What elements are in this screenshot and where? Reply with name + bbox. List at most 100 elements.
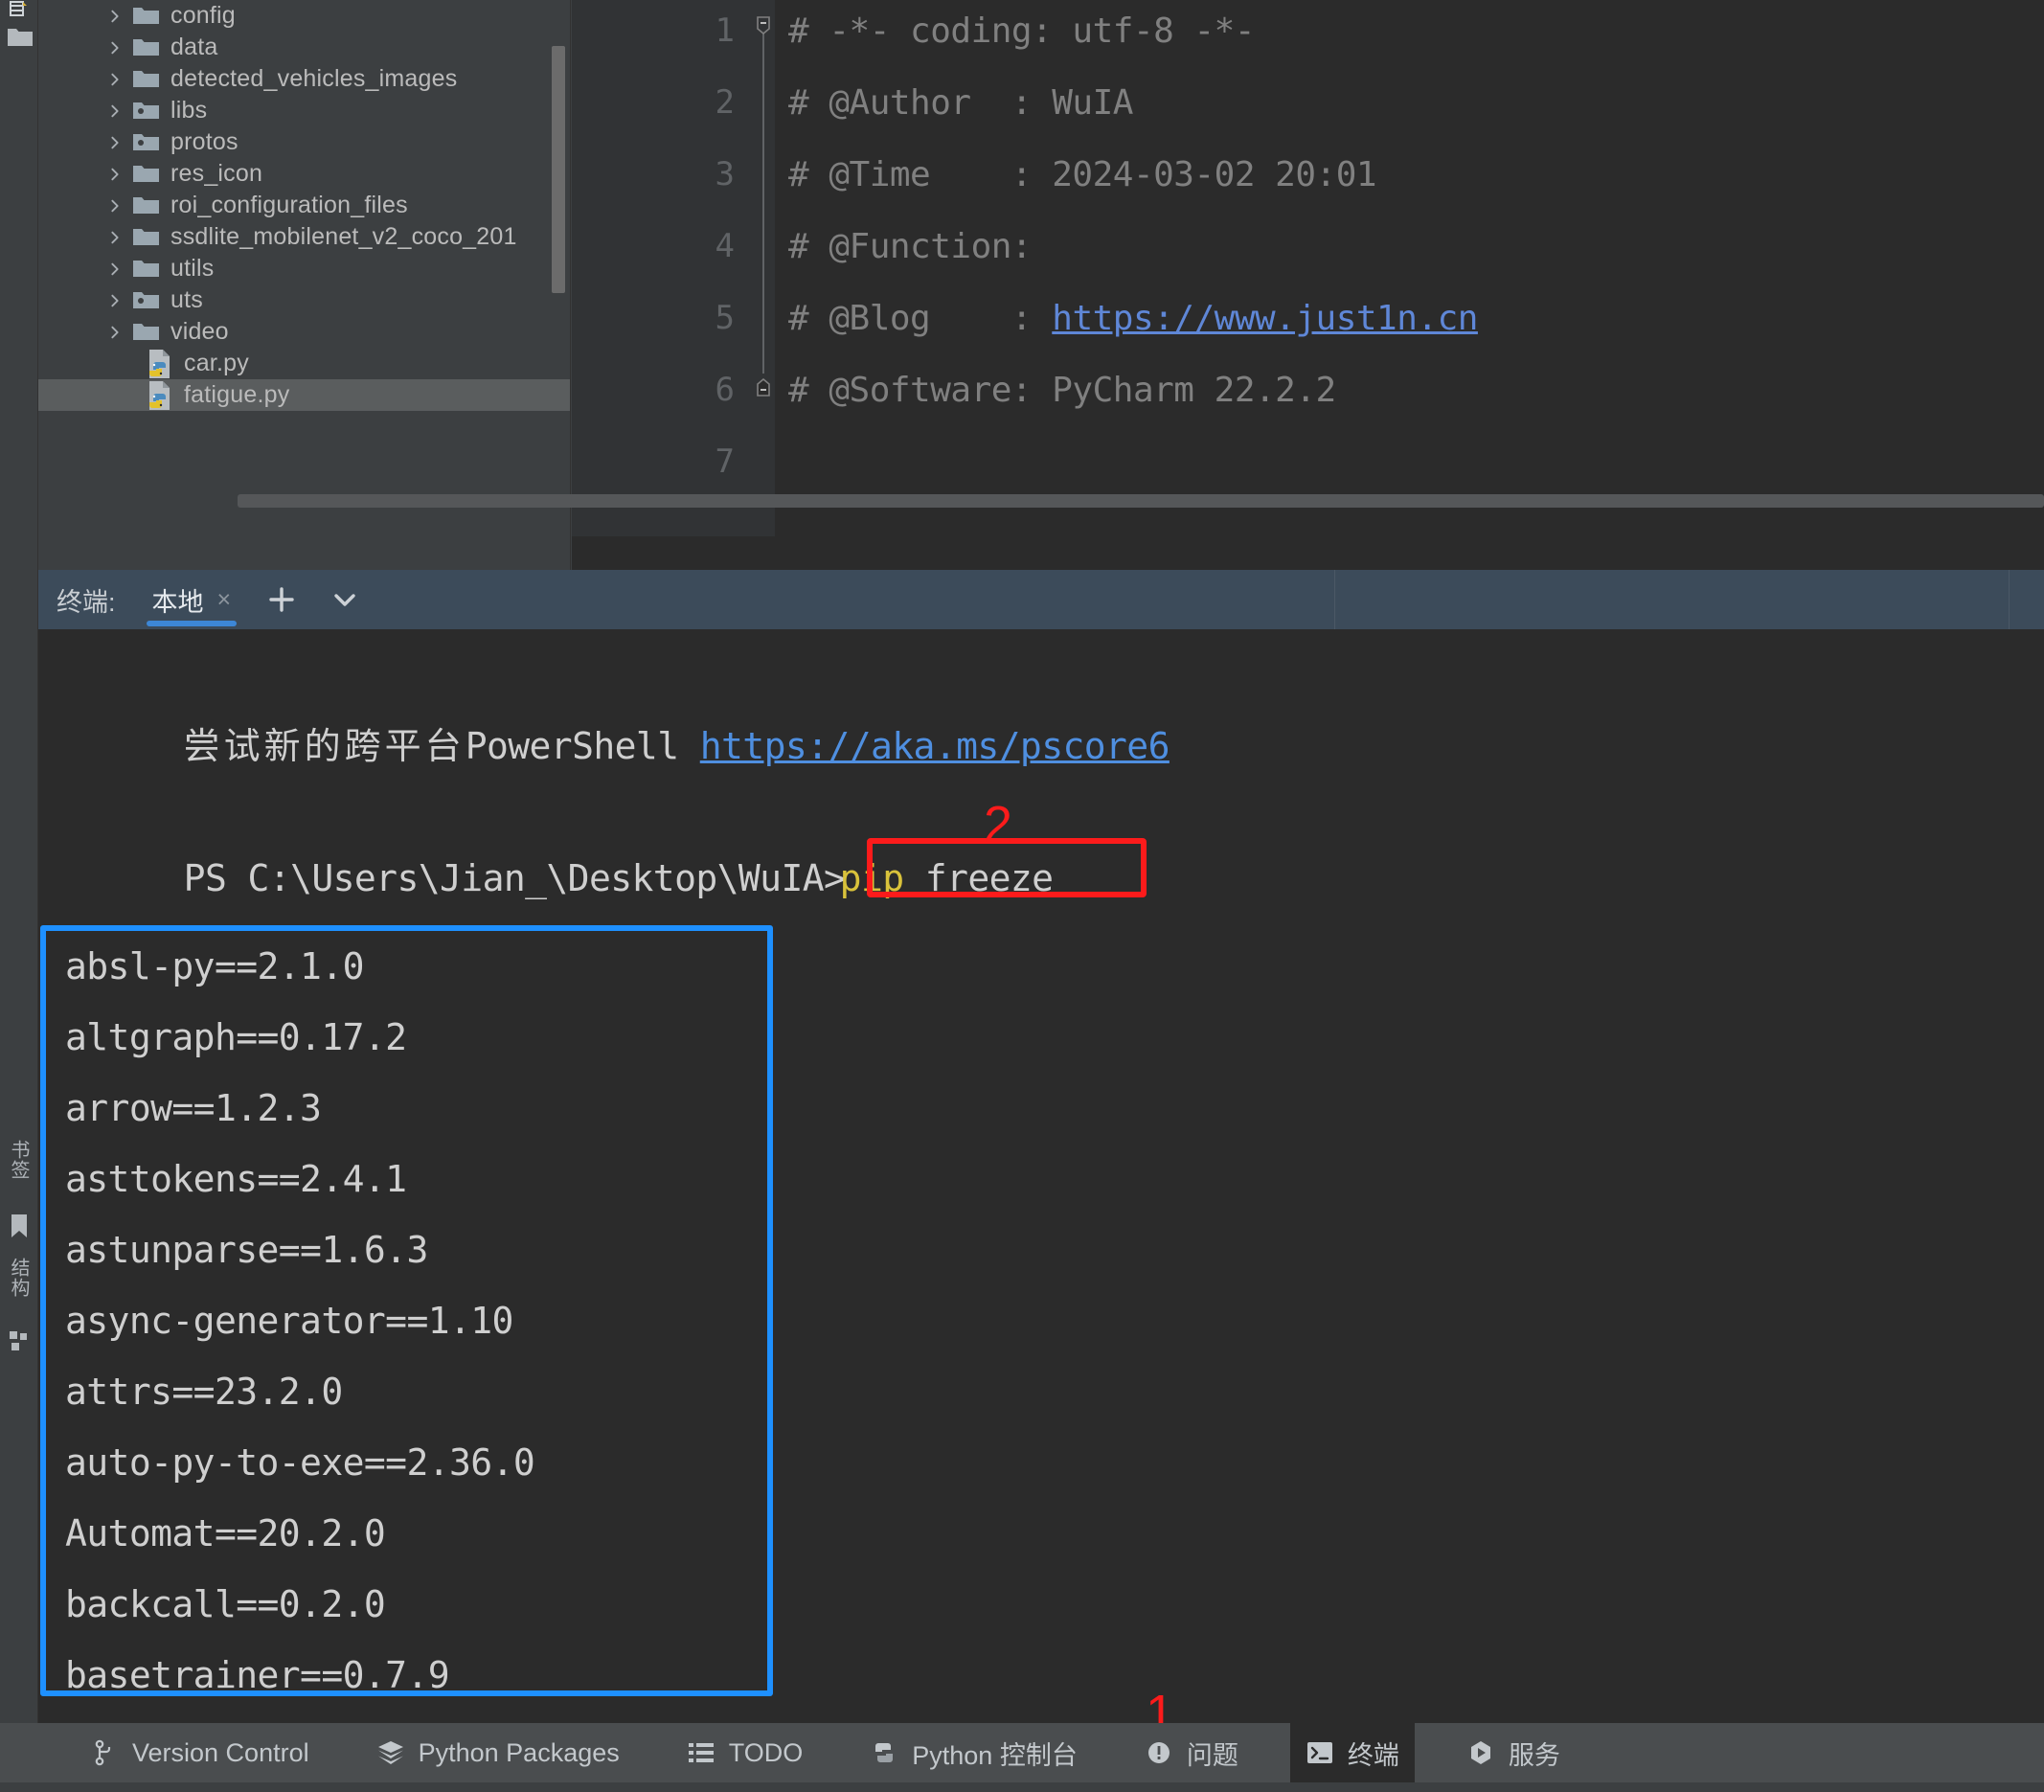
window-bottom-edge (0, 1782, 2044, 1792)
chevron-right-icon[interactable] (107, 103, 123, 119)
chevron-right-icon[interactable] (107, 230, 123, 245)
editor-bottom-strip (572, 536, 2044, 570)
statusbar-item-label: TODO (728, 1737, 804, 1767)
terminal-banner-line: 尝试新的跨平台PowerShell https://aka.ms/pscore6 (56, 674, 1170, 811)
line-number: 4 (715, 227, 735, 265)
chevron-right-icon[interactable] (107, 198, 123, 214)
tree-item-label: utils (170, 255, 215, 282)
warning-icon (1145, 1738, 1173, 1767)
close-icon[interactable]: × (217, 586, 232, 614)
tree-item-car-py[interactable]: car.py (38, 348, 570, 379)
statusbar-item-label: Python 控制台 (912, 1740, 1078, 1770)
tree-item-label: roi_configuration_files (170, 192, 408, 218)
folder-icon (132, 257, 161, 281)
terminal-toolwindow-title: 终端: (57, 587, 116, 617)
sidebar-item-bookmarks-label[interactable]: 书签 (6, 1140, 33, 1180)
statusbar-item-终端[interactable]: 终端 (1289, 1723, 1415, 1782)
tree-item-label: config (170, 2, 236, 29)
tree-item-res-icon[interactable]: res_icon (38, 158, 570, 190)
folder-icon (132, 225, 161, 249)
chevron-right-icon[interactable] (107, 293, 123, 308)
tree-item-config[interactable]: config (38, 0, 570, 32)
line-number: 3 (715, 155, 735, 193)
tree-item-label: fatigue.py (184, 381, 290, 408)
annotation-box-output (40, 925, 773, 1696)
pycharm-window: config data detected_vehicles_images libs pr… (0, 0, 2044, 1792)
bookmark-icon[interactable] (9, 1214, 30, 1243)
folder-icon[interactable] (6, 25, 34, 55)
code-text-layer[interactable]: # -*- coding: utf-8 -*- # @Author : WuIA #… (775, 0, 2044, 536)
code-line[interactable]: # @Software: PyCharm 22.2.2 (788, 371, 1336, 410)
list-icon (687, 1738, 715, 1767)
tree-item-uts[interactable]: uts (38, 284, 570, 316)
project-tree-panel[interactable]: config data detected_vehicles_images libs pr… (38, 0, 571, 570)
tree-item-label: video (170, 318, 229, 345)
editor-gutter: 1 2 3 4 5 6 7 (572, 0, 752, 536)
code-editor[interactable]: 1234567 # -*- coding: utf-8 -*-# @Autho (572, 0, 2044, 570)
terminal-tab-local[interactable]: 本地 × (146, 570, 238, 629)
pscore6-link[interactable]: https://aka.ms/pscore6 (700, 725, 1170, 767)
chevron-right-icon[interactable] (107, 72, 123, 87)
folder-icon (132, 162, 161, 186)
statusbar-item-label: Python Packages (418, 1737, 620, 1767)
fold-region-line (762, 19, 764, 374)
editor-horizontal-scrollbar[interactable] (238, 494, 2044, 508)
tree-item-libs[interactable]: libs (38, 95, 570, 126)
folder-icon (132, 4, 161, 28)
statusbar-item-todo[interactable]: TODO (671, 1723, 819, 1782)
statusbar-item-version-control[interactable]: Version Control (75, 1723, 325, 1782)
folder-icon (132, 193, 161, 217)
tree-item-fatigue-py[interactable]: fatigue.py (38, 379, 570, 411)
blog-link[interactable]: https://www.just1n.cn (1052, 299, 1478, 338)
editor-fold-column[interactable] (752, 0, 775, 536)
structure-icon[interactable] (10, 1331, 31, 1357)
tabbar-divider-right (2009, 570, 2010, 629)
chevron-right-icon[interactable] (107, 261, 123, 277)
folder-icon (132, 67, 161, 91)
tree-item-protos[interactable]: protos (38, 126, 570, 158)
chevron-right-icon[interactable] (107, 325, 123, 340)
tree-item-video[interactable]: video (38, 316, 570, 348)
play-icon (1466, 1738, 1495, 1767)
folder-package-icon (132, 130, 161, 154)
tree-item-roi-configuration-files[interactable]: roi_configuration_files (38, 190, 570, 221)
statusbar-item-python-控制台[interactable]: Python 控制台 (854, 1723, 1093, 1782)
add-terminal-icon[interactable] (263, 581, 300, 618)
chevron-right-icon[interactable] (107, 40, 123, 56)
left-tool-rail-bottom: 书签 结构 (0, 570, 38, 1723)
fold-collapse-end-icon[interactable] (754, 377, 773, 397)
code-line[interactable]: # @Author : WuIA (788, 83, 1133, 123)
statusbar-left-pad (0, 1723, 75, 1782)
folder-package-icon (132, 288, 161, 312)
code-line[interactable]: # @Blog : https://www.just1n.cn (788, 299, 1478, 338)
tree-item-label: ssdlite_mobilenet_v2_coco_201 (170, 223, 517, 250)
statusbar-item-问题[interactable]: 问题 (1129, 1723, 1254, 1782)
code-line[interactable]: # -*- coding: utf-8 -*- (788, 11, 1256, 51)
annotation-number-2: 2 (984, 796, 1013, 853)
code-text: # @Author : WuIA (788, 83, 1133, 123)
folder-package-icon (132, 99, 161, 123)
chevron-right-icon[interactable] (107, 167, 123, 182)
code-line[interactable]: # @Function: (788, 227, 1033, 266)
tree-item-utils[interactable]: utils (38, 253, 570, 284)
statusbar-item-python-packages[interactable]: Python Packages (361, 1723, 635, 1782)
fold-collapse-start-icon[interactable] (754, 15, 773, 35)
chevron-right-icon[interactable] (107, 9, 123, 24)
tree-item-ssdlite-mobilenet-v2-coco-201[interactable]: ssdlite_mobilenet_v2_coco_201 (38, 221, 570, 253)
status-bar: Version Control Python Packages TODO Python… (0, 1723, 2044, 1782)
code-text: # @Function: (788, 227, 1033, 266)
top-area: config data detected_vehicles_images libs pr… (0, 0, 2044, 570)
chevron-right-icon[interactable] (107, 135, 123, 150)
active-tab-underline (146, 621, 238, 626)
layers-icon (376, 1738, 405, 1767)
statusbar-item-服务[interactable]: 服务 (1451, 1723, 1576, 1782)
tree-item-data[interactable]: data (38, 32, 570, 63)
code-line[interactable]: # @Time : 2024-03-02 20:01 (788, 155, 1377, 194)
statusbar-item-label: 终端 (1347, 1740, 1399, 1770)
tree-item-detected-vehicles-images[interactable]: detected_vehicles_images (38, 63, 570, 95)
project-tree-scrollbar[interactable] (552, 46, 565, 293)
sidebar-item-structure-label[interactable]: 结构 (6, 1258, 33, 1298)
chevron-down-icon[interactable] (327, 581, 363, 618)
line-number: 7 (715, 442, 735, 481)
code-text: # @Software: PyCharm 22.2.2 (788, 371, 1336, 410)
